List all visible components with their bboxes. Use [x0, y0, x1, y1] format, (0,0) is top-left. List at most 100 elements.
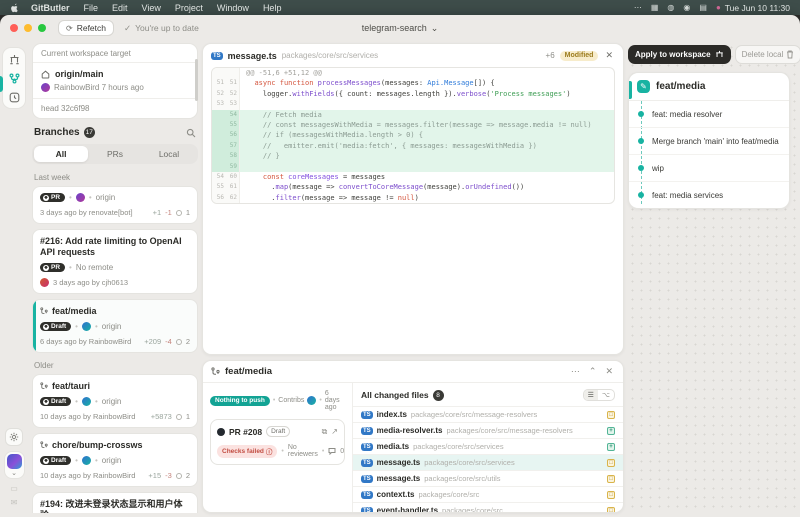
project-selector[interactable]: telegram-search ⌄	[362, 23, 439, 34]
file-row[interactable]: TS message.ts packages/core/src/services □	[353, 454, 623, 470]
close-panel-icon[interactable]: ✕	[603, 366, 615, 377]
branch-badges-row: Draft • • origin	[40, 322, 190, 331]
gutter-new: 60	[226, 172, 240, 183]
menu-help[interactable]: Help	[256, 3, 289, 13]
zoom-window-button[interactable]	[38, 24, 46, 32]
diff-code-row: 54 // Fetch media	[212, 109, 614, 121]
stack-branch-card: ✎ feat/media feat: media resolver Merge b…	[628, 72, 790, 209]
user-avatar[interactable]	[6, 454, 22, 469]
commit-row[interactable]: wip	[629, 155, 789, 182]
file-row[interactable]: TS message.ts packages/core/src/utils □	[353, 470, 623, 486]
gutter-old	[212, 120, 226, 131]
file-path: packages/core/src/utils	[424, 474, 501, 483]
stack-header[interactable]: ✎ feat/media	[629, 73, 789, 101]
tab-all[interactable]: All	[34, 146, 88, 162]
record-icon[interactable]: ◉	[683, 3, 690, 12]
branches-nav-icon[interactable]	[5, 69, 23, 87]
branch-list-item[interactable]: #216: Add rate limiting to OpenAI API re…	[32, 229, 198, 294]
file-name: message.ts	[376, 474, 421, 483]
branch-meta-text: 3 days ago by renovate[bot]	[40, 208, 133, 217]
history-clock-icon[interactable]	[5, 88, 23, 106]
pr-card[interactable]: PR #208 Draft ⧉ ↗ Checks failed ⓘ • No r…	[210, 419, 345, 465]
apple-menu-icon[interactable]	[10, 2, 24, 13]
gutter-old: 55	[212, 182, 226, 193]
target-head-sha[interactable]: head 32c6f98	[41, 104, 189, 113]
file-path: packages/core/src/message-resolvers	[410, 410, 538, 419]
code-line	[240, 161, 614, 173]
commit-row[interactable]: feat: media resolver	[629, 101, 789, 128]
typescript-file-icon: TS	[361, 426, 373, 435]
copy-icon[interactable]: ⧉	[322, 427, 328, 437]
more-options-icon[interactable]: ⋯	[569, 366, 582, 377]
status-dot-icon[interactable]: ●	[716, 3, 721, 12]
apply-to-workspace-button[interactable]: Apply to workspace	[628, 45, 731, 64]
branch-meta-row: 10 days ago by RainbowBird +5873 1	[40, 412, 190, 421]
file-row[interactable]: TS context.ts packages/core/src □	[353, 486, 623, 502]
branch-list-item[interactable]: PR • • origin 3 days ago by renovate[bot] +1-…	[32, 186, 198, 224]
branch-name-label: #216: Add rate limiting to OpenAI API re…	[40, 236, 182, 257]
commit-row[interactable]: feat: media services	[629, 182, 789, 208]
refetch-button[interactable]: ⟳ Refetch	[58, 20, 114, 36]
branch-list-item[interactable]: feat/media Draft • • origin 6 days ago by Rai…	[32, 299, 198, 353]
search-icon[interactable]	[186, 128, 196, 138]
file-name: media.ts	[376, 442, 410, 451]
branch-group-label: Older	[34, 361, 54, 370]
branch-list-item[interactable]: feat/tauri Draft • • origin 10 days ago by Ra…	[32, 374, 198, 428]
collapse-icon[interactable]: ⌃	[587, 366, 599, 377]
commit-message: Merge branch 'main' into feat/media	[652, 136, 779, 146]
gutter-old	[212, 151, 226, 162]
branch-icon	[40, 307, 48, 315]
menu-project[interactable]: Project	[168, 3, 210, 13]
commit-dot-icon	[638, 111, 644, 117]
branch-list-item[interactable]: #194: 改进未登录状态显示和用户体验PR•No remote14 days …	[32, 492, 198, 513]
code-diff[interactable]: @@ -51,6 +51,12 @@ 51 51 async function pr…	[211, 67, 615, 205]
traffic-lights	[10, 24, 46, 32]
sidebar-scrollbar[interactable]	[195, 59, 198, 101]
comment-icon	[328, 447, 336, 455]
typescript-file-icon: TS	[361, 410, 373, 419]
list-view-icon[interactable]: ☰	[583, 390, 598, 400]
stack-icon[interactable]: ▤	[699, 3, 707, 12]
gutter-new: 58	[226, 151, 240, 162]
workspace-rack-icon[interactable]	[5, 50, 23, 68]
tree-view-icon[interactable]: ⌥	[598, 390, 614, 400]
shapes-icon[interactable]: ◍	[667, 3, 674, 12]
gutter-old	[212, 140, 226, 152]
close-window-button[interactable]	[10, 24, 18, 32]
minimize-window-button[interactable]	[24, 24, 32, 32]
commit-row[interactable]: Merge branch 'main' into feat/media	[629, 128, 789, 155]
menu-view[interactable]: View	[135, 3, 168, 13]
branches-title: Branches	[34, 127, 80, 138]
delete-local-button[interactable]: Delete local	[734, 45, 800, 64]
menubar-clock[interactable]: Tue Jun 10 11:30	[725, 3, 790, 13]
github-icon	[43, 194, 49, 201]
branch-list-item[interactable]: chore/bump-crossws Draft • • origin 10 days a…	[32, 433, 198, 487]
typescript-file-icon: TS	[361, 458, 373, 467]
close-diff-icon[interactable]: ✕	[603, 50, 615, 61]
window-icon[interactable]: ▦	[651, 3, 659, 12]
pr-number[interactable]: PR #208	[229, 427, 262, 437]
menu-window[interactable]: Window	[210, 3, 256, 13]
more-icon[interactable]: ⋯	[634, 3, 642, 12]
avatar-expand-icon[interactable]: ⌄	[11, 470, 17, 477]
file-row[interactable]: TS index.ts packages/core/src/message-reso…	[353, 406, 623, 422]
settings-gear-icon[interactable]	[5, 428, 23, 446]
deletions-count: -3	[165, 471, 172, 480]
open-external-icon[interactable]: ↗	[331, 427, 338, 436]
github-icon	[43, 457, 49, 464]
file-row[interactable]: TS media.ts packages/core/src/services +	[353, 438, 623, 454]
draft-badge: Draft	[40, 397, 72, 406]
file-row[interactable]: TS media-resolver.ts packages/core/src/mes…	[353, 422, 623, 438]
menubar-app-name[interactable]: GitButler	[24, 3, 77, 13]
file-row[interactable]: TS event-handler.ts packages/core/src □	[353, 502, 623, 512]
menu-file[interactable]: File	[77, 3, 106, 13]
tab-local[interactable]: Local	[142, 146, 196, 162]
keyboard-shortcuts-icon[interactable]: ▭	[10, 484, 18, 493]
target-branch[interactable]: origin/main	[41, 69, 189, 79]
file-name: index.ts	[376, 410, 407, 419]
gutter-new: 51	[226, 78, 240, 89]
feedback-icon[interactable]: ✉	[11, 498, 18, 507]
menu-edit[interactable]: Edit	[105, 3, 135, 13]
tab-prs[interactable]: PRs	[88, 146, 142, 162]
file-name: message.ts	[376, 458, 421, 467]
